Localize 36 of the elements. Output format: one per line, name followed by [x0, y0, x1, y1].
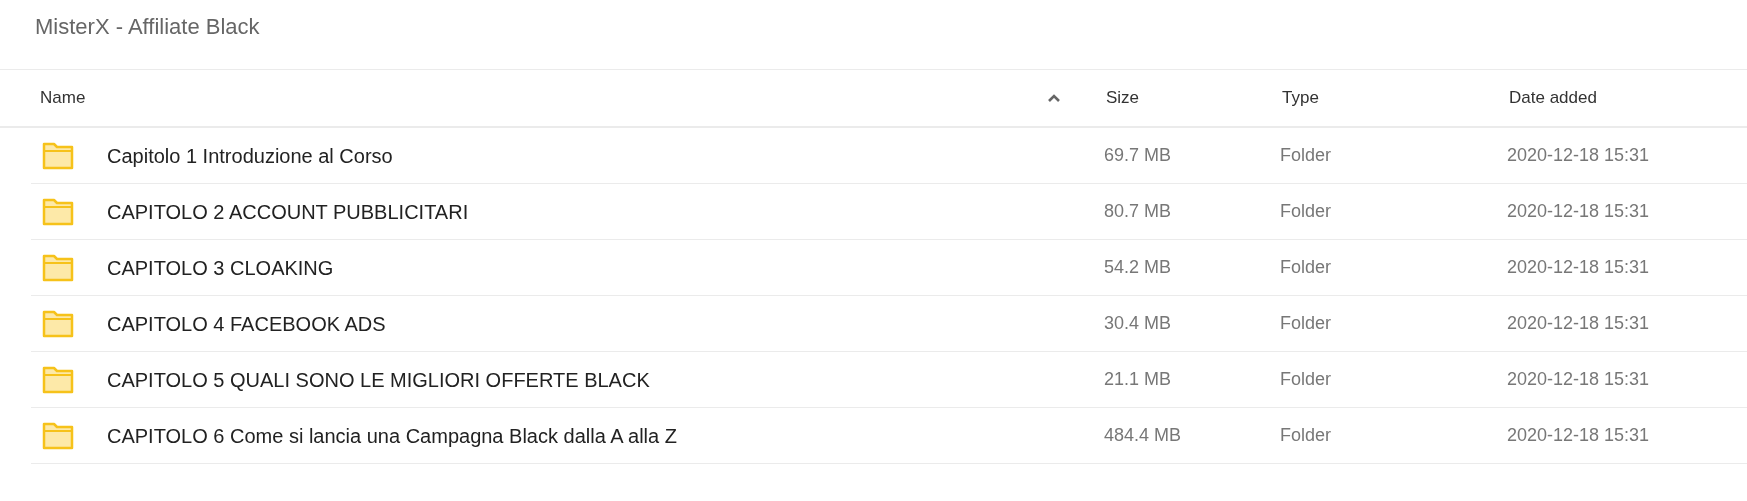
date-cell-text: 2020-12-18 15:31 — [1507, 368, 1650, 391]
size-cell-text: 484.4 MB — [1104, 424, 1183, 447]
file-name[interactable]: CAPITOLO 6 Come si lancia una Campagna Black dalla A alla Z — [107, 420, 677, 451]
type-cell-text: Folder — [1280, 424, 1333, 447]
folder-icon — [42, 197, 74, 226]
file-name[interactable]: CAPITOLO 5 QUALI SONO LE MIGLIORI OFFERTE BLACK — [107, 364, 650, 395]
size-cell-text: 80.7 MB — [1104, 200, 1173, 223]
folder-icon — [42, 141, 74, 170]
folder-icon — [42, 309, 74, 338]
file-name[interactable]: Capitolo 1 Introduzione al Corso — [107, 140, 393, 171]
type-cell-text: Folder — [1280, 256, 1333, 279]
date-cell-text: 2020-12-18 15:31 — [1507, 256, 1650, 279]
type-cell-text: Folder — [1280, 200, 1333, 223]
column-header[interactable]: Size — [1106, 85, 1140, 111]
file-name[interactable]: CAPITOLO 3 CLOAKING — [107, 252, 334, 283]
size-cell-text: 21.1 MB — [1104, 368, 1173, 391]
size-cell-text: 54.2 MB — [1104, 256, 1173, 279]
date-cell-text: 2020-12-18 15:31 — [1507, 200, 1650, 223]
sort-up-icon[interactable] — [1047, 93, 1061, 103]
folder-title: MisterX - Affiliate Black — [35, 13, 260, 41]
type-cell-text: Folder — [1280, 368, 1333, 391]
folder-icon — [42, 253, 74, 282]
type-cell-text: Folder — [1280, 312, 1333, 335]
file-name[interactable]: CAPITOLO 4 FACEBOOK ADS — [107, 308, 386, 339]
folder-icon — [42, 421, 74, 450]
size-cell-text: 30.4 MB — [1104, 312, 1173, 335]
date-cell-text: 2020-12-18 15:31 — [1507, 144, 1650, 167]
column-header[interactable]: Name — [40, 85, 86, 111]
column-header[interactable]: Date added — [1509, 85, 1597, 111]
size-cell-text: 69.7 MB — [1104, 144, 1173, 167]
column-header[interactable]: Type — [1282, 85, 1319, 111]
file-name[interactable]: CAPITOLO 2 ACCOUNT PUBBLICITARI — [107, 196, 469, 227]
date-cell-text: 2020-12-18 15:31 — [1507, 424, 1650, 447]
date-cell-text: 2020-12-18 15:31 — [1507, 312, 1650, 335]
type-cell-text: Folder — [1280, 144, 1333, 167]
folder-icon — [42, 365, 74, 394]
